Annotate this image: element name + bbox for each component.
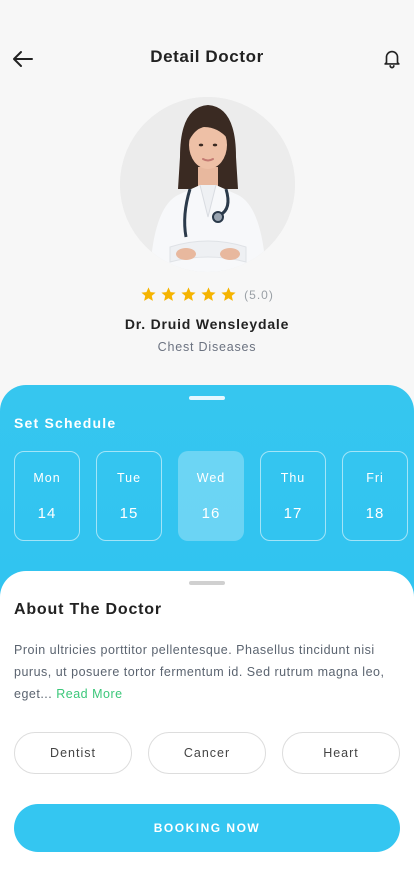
star-icon [181,287,196,301]
day-number: 14 [37,505,57,522]
tag-heart[interactable]: Heart [282,732,400,774]
day-number: 15 [119,505,139,522]
day-picker: Mon 14 Tue 15 Wed 16 Thu 17 Fri 18 [14,451,414,541]
day-fri[interactable]: Fri 18 [342,451,408,541]
day-thu[interactable]: Thu 17 [260,451,326,541]
about-text: Proin ultricies porttitor pellentesque. … [14,639,402,705]
doctor-name: Dr. Druid Wensleydale [124,316,290,332]
rating: (5.0) [0,286,414,303]
about-panel: About The Doctor Proin ultricies porttit… [0,571,414,896]
booking-now-button[interactable]: BOOKING NOW [14,804,400,852]
drag-handle[interactable] [189,581,225,585]
read-more-link[interactable]: Read More [56,687,122,701]
doctor-avatar [120,97,295,272]
star-icon [221,287,236,301]
doctor-specialty: Chest Diseases [157,340,257,354]
day-name: Fri [366,471,384,485]
schedule-title: Set Schedule [14,415,117,431]
about-title: About The Doctor [14,601,162,618]
bell-icon [384,50,400,69]
rating-value: (5.0) [244,287,274,302]
page-title: Detail Doctor [150,47,264,66]
day-name: Thu [280,471,306,485]
day-number: 16 [201,505,221,522]
drag-handle[interactable] [189,396,225,400]
notification-button[interactable] [380,46,404,70]
day-name: Tue [116,471,142,485]
tag-list: Dentist Cancer Heart [14,732,404,774]
day-number: 17 [283,505,303,522]
day-name: Mon [33,471,61,485]
star-icon [141,287,156,301]
day-name: Wed [196,471,226,485]
tag-dentist[interactable]: Dentist [14,732,132,774]
tag-cancer[interactable]: Cancer [148,732,266,774]
day-mon[interactable]: Mon 14 [14,451,80,541]
day-wed-selected[interactable]: Wed 16 [178,451,244,541]
day-tue[interactable]: Tue 15 [96,451,162,541]
star-icon [201,287,216,301]
doctor-portrait [120,97,295,272]
star-icon [161,287,176,301]
day-number: 18 [365,505,385,522]
rating-stars [140,286,237,303]
